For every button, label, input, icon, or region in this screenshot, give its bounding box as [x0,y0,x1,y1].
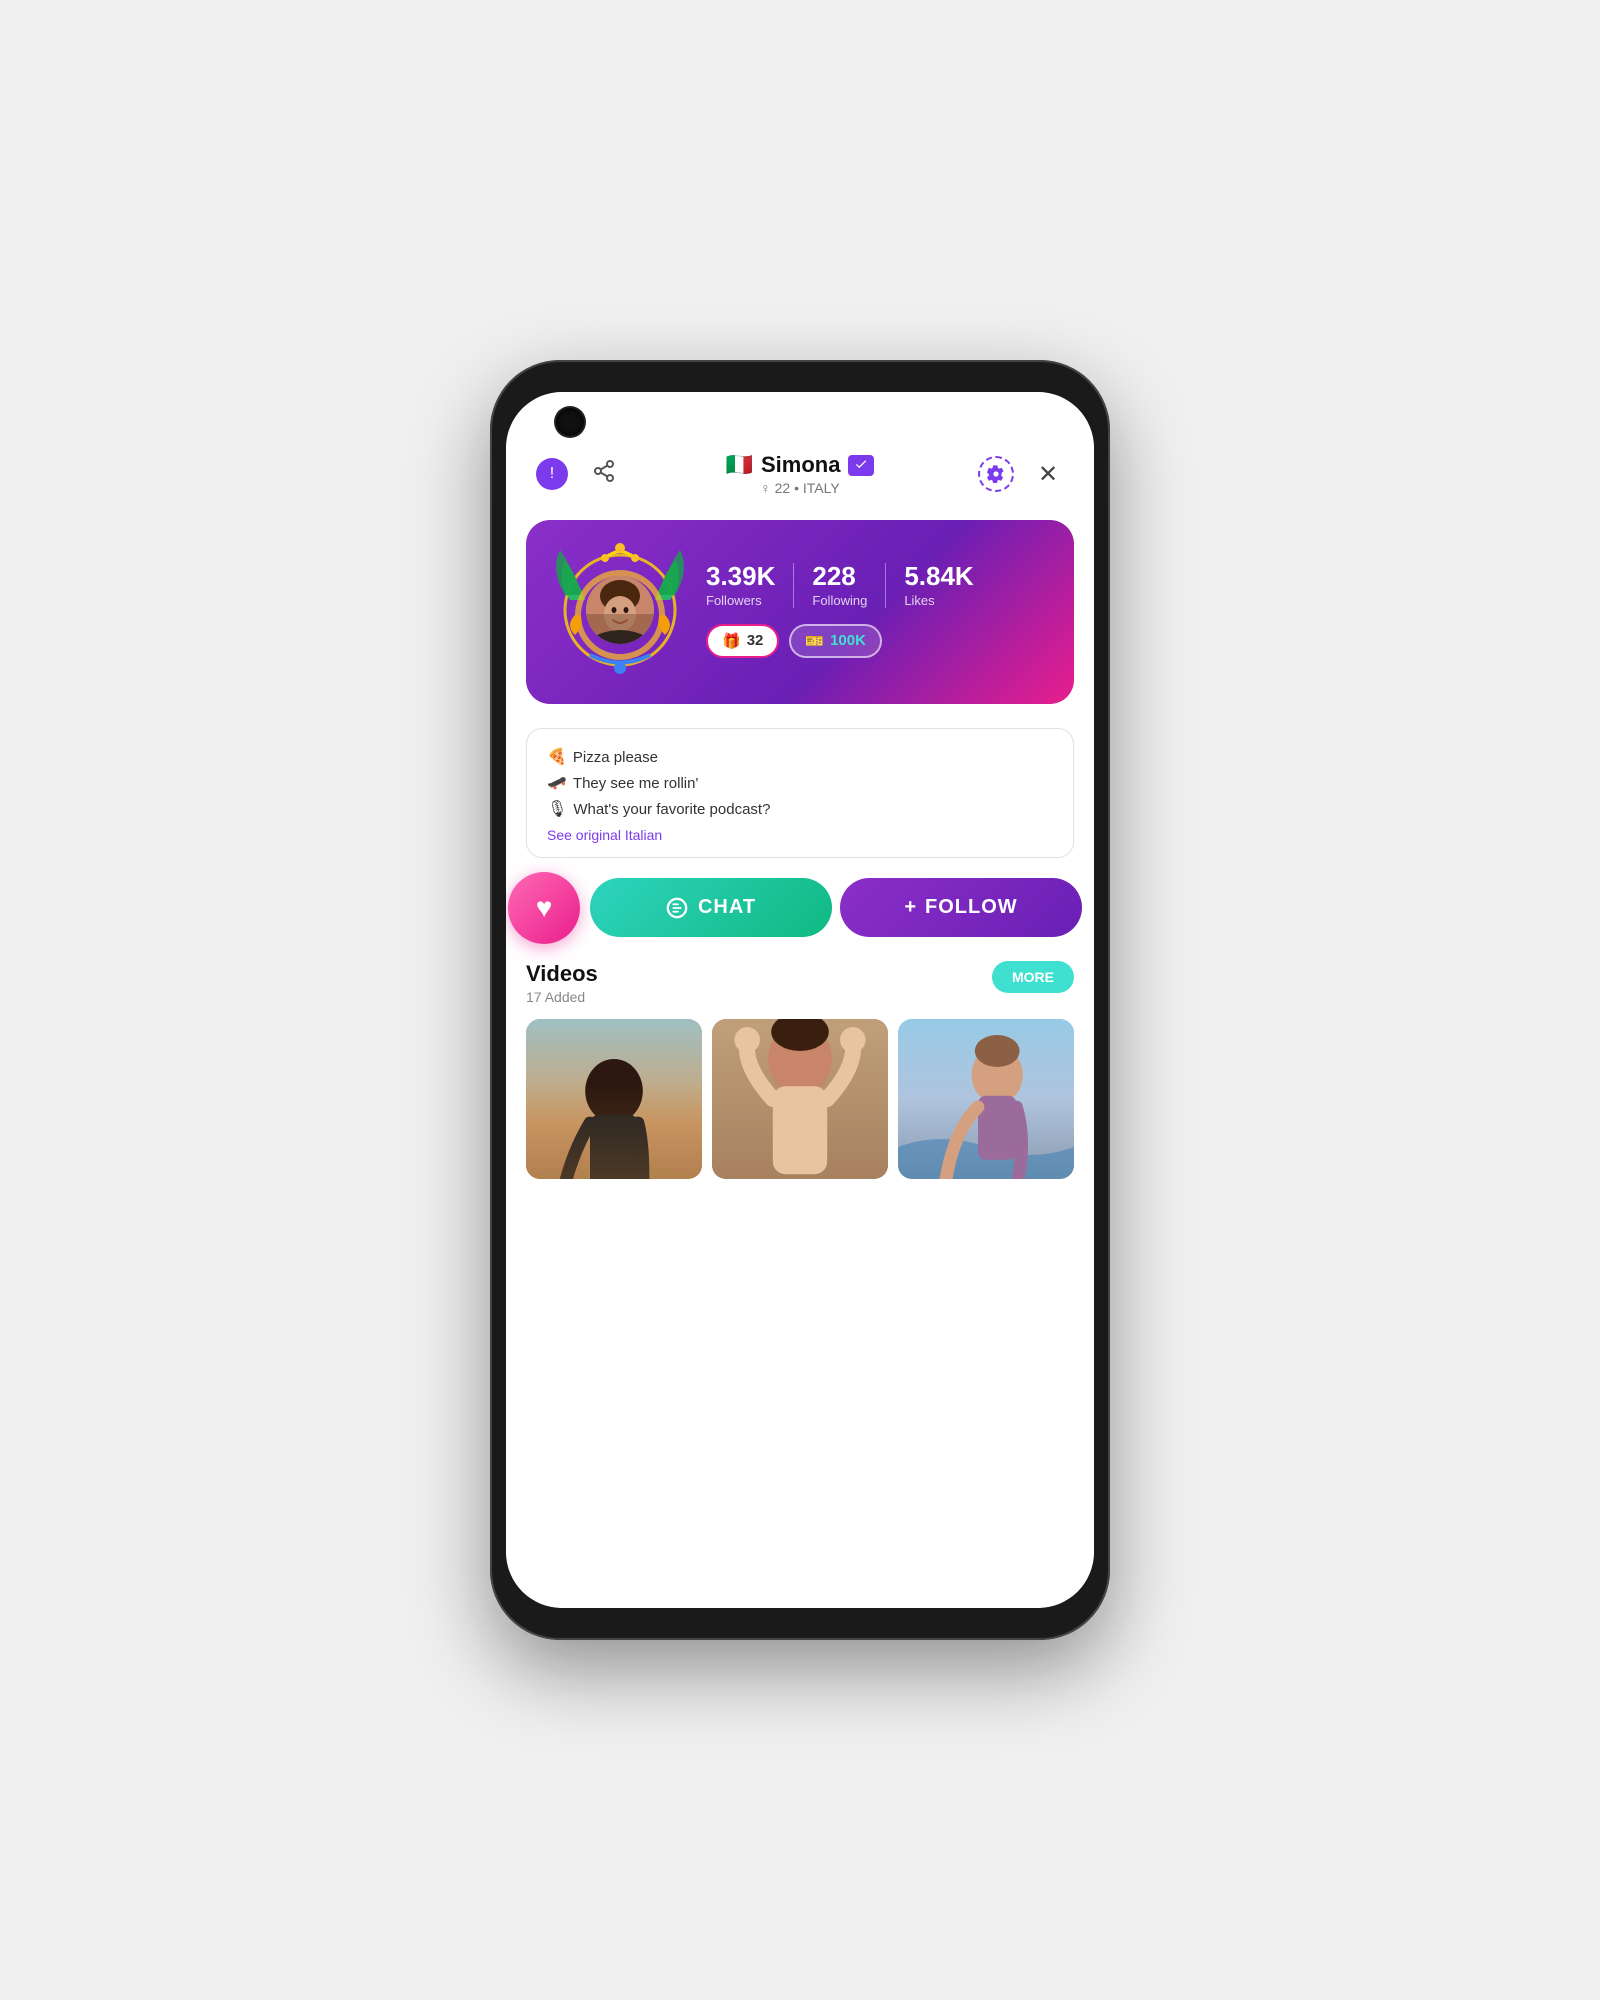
following-value: 228 [812,563,855,589]
username-row: 🇮🇹 Simona [726,452,875,478]
avatar-image [586,576,654,644]
phone-body: ! [490,360,1110,1640]
header-right-actions: ✕ [978,456,1066,492]
follow-label: FOLLOW [925,896,1018,919]
share-button[interactable] [586,456,622,492]
avatar-frame [550,540,690,680]
likes-label: Likes [904,593,934,608]
user-age: 22 [775,480,791,496]
videos-title: Videos [526,961,598,987]
profile-header: ! [506,392,1094,512]
bio-line-3: 🎙 What's your favorite podcast? [547,799,1053,819]
gender-symbol: ♀ [760,480,771,496]
chat-icon [666,897,688,919]
user-meta: ♀ 22 • ITALY [760,480,839,496]
follow-plus-icon: + [904,896,917,919]
stats-numbers: 3.39K Followers 228 Following 5.84K Like… [706,563,1050,608]
country-flag: 🇮🇹 [726,452,753,478]
bio-emoji-2: 🛹 [547,773,567,793]
chat-button[interactable]: CHAT [590,878,832,937]
coins-badge[interactable]: 🎫 100K [789,624,882,658]
screen-content: ! [506,392,1094,1608]
bio-text-3: What's your favorite podcast? [573,801,770,818]
phone-device: ! [490,360,1110,1640]
bio-text-1: Pizza please [573,749,658,766]
videos-title-area: Videos 17 Added [526,961,598,1005]
video-thumbnail-3[interactable] [898,1019,1074,1179]
coins-emoji: 🎫 [805,632,824,650]
shield-icon: ! [536,458,568,490]
likes-value: 5.84K [904,563,973,589]
see-original-link[interactable]: See original Italian [547,827,1053,843]
close-icon: ✕ [1038,460,1058,489]
avatar-area [550,540,690,680]
user-country: ITALY [803,480,840,496]
close-button[interactable]: ✕ [1030,456,1066,492]
gifts-badge[interactable]: 🎁 32 [706,624,779,658]
likes-stat: 5.84K Likes [885,563,991,608]
videos-section: Videos 17 Added MORE [526,961,1074,1179]
stats-card: 3.39K Followers 228 Following 5.84K Like… [526,520,1074,704]
share-icon [592,459,616,489]
bio-line-1: 🍕 Pizza please [547,747,1053,767]
bio-emoji-1: 🍕 [547,747,567,767]
settings-button[interactable] [978,456,1014,492]
action-buttons-area: ♥ CHAT + FOLLOW [506,858,1094,937]
username-text: Simona [761,452,840,478]
camera-hole [556,408,584,436]
badges-row: 🎁 32 🎫 100K [706,624,1050,658]
bio-line-2: 🛹 They see me rollin' [547,773,1053,793]
header-left-actions: ! [534,456,622,492]
gifts-count: 32 [747,632,764,649]
videos-subtitle: 17 Added [526,989,598,1005]
stats-info: 3.39K Followers 228 Following 5.84K Like… [690,563,1050,658]
following-stat: 228 Following [793,563,885,608]
like-button[interactable]: ♥ [508,872,580,944]
video-thumbnail-2[interactable] [712,1019,888,1179]
followers-label: Followers [706,593,762,608]
bio-emoji-3: 🎙 [547,799,567,819]
verified-badge [848,455,874,476]
follow-button[interactable]: + FOLLOW [840,878,1082,937]
videos-header: Videos 17 Added MORE [526,961,1074,1005]
bio-card: 🍕 Pizza please 🛹 They see me rollin' 🎙 W… [526,728,1074,858]
user-identity: 🇮🇹 Simona ♀ 22 • ITALY [622,452,978,496]
heart-icon: ♥ [536,892,553,924]
coins-count: 100K [830,632,866,649]
bio-text-2: They see me rollin' [573,775,698,792]
video-thumbnail-1[interactable] [526,1019,702,1179]
followers-stat: 3.39K Followers [706,563,793,608]
phone-screen: ! [506,392,1094,1608]
gift-emoji: 🎁 [722,632,741,650]
shield-button[interactable]: ! [534,456,570,492]
following-label: Following [812,593,867,608]
followers-value: 3.39K [706,563,775,589]
action-row: ♥ CHAT + FOLLOW [518,878,1082,937]
more-button[interactable]: MORE [992,961,1074,993]
avatar-photo [586,576,654,644]
video-grid [526,1019,1074,1179]
chat-label: CHAT [698,896,756,919]
